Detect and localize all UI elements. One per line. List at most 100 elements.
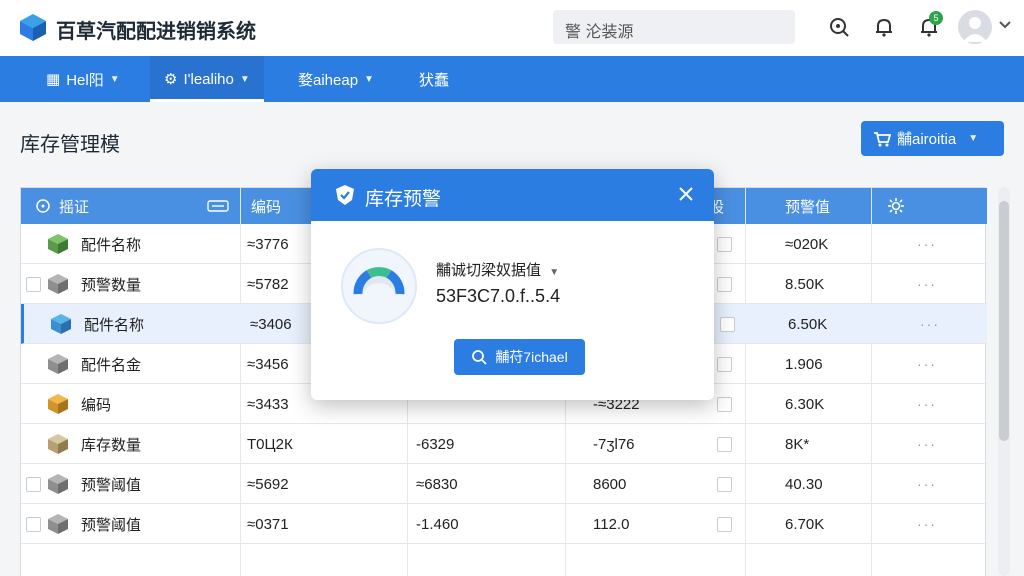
row-checkbox[interactable] <box>26 464 41 504</box>
chevron-down-icon[interactable] <box>998 18 1012 32</box>
primary-button-label: 黼airoitia <box>897 131 957 148</box>
part-icon <box>47 424 69 464</box>
shield-check-icon <box>336 185 354 205</box>
avatar[interactable] <box>958 10 992 44</box>
column-header-label: 摇证 <box>59 198 90 216</box>
column-toggle-icon[interactable] <box>207 188 229 224</box>
column-header-code[interactable]: 编码 <box>251 188 281 224</box>
part-icon <box>47 504 69 544</box>
notification-badge: 5 <box>929 11 943 25</box>
row-code: Т0Ц2К <box>247 435 293 453</box>
chevron-down-icon[interactable]: ▼ <box>549 267 559 278</box>
chevron-down-icon: ▼ <box>364 73 374 85</box>
more-icon[interactable]: ··· <box>917 384 937 424</box>
row-checkbox[interactable] <box>720 304 735 344</box>
gauge-icon <box>341 248 417 324</box>
nav-item-1[interactable]: ▦ Hel阳 ▼ <box>46 56 120 102</box>
row-checkbox[interactable] <box>717 424 732 464</box>
part-icon <box>50 304 72 344</box>
part-icon <box>47 464 69 504</box>
row-value-3: 8600 <box>593 475 627 493</box>
row-name: 库存数量 <box>81 436 142 454</box>
app-title: 百草汽配配进销销系统 <box>56 21 256 43</box>
shield-icon: ⚙ <box>164 71 178 88</box>
gear-icon[interactable] <box>887 188 905 224</box>
part-icon <box>47 224 69 264</box>
row-code: ≈3776 <box>247 235 289 253</box>
more-icon[interactable]: ··· <box>917 424 937 464</box>
row-value-2: -1.460 <box>416 515 459 533</box>
row-checkbox[interactable] <box>26 264 41 304</box>
row-threshold: 8K* <box>785 435 810 453</box>
row-code: ≈0371 <box>247 515 289 533</box>
nav-item-2[interactable]: ⚙ I'lealiho ▼ <box>150 56 264 102</box>
row-value-2: ≈6830 <box>416 475 458 493</box>
row-code: ≈5692 <box>247 475 289 493</box>
row-name: 配件名金 <box>81 356 142 374</box>
primary-action-button[interactable]: 黼airoitia ▼ <box>861 121 1004 156</box>
row-threshold: 8.50K <box>785 275 825 293</box>
row-checkbox[interactable] <box>26 504 41 544</box>
row-checkbox[interactable] <box>717 224 732 264</box>
row-checkbox[interactable] <box>717 264 732 304</box>
modal-action-button[interactable]: 黼苻7ichael <box>454 339 585 375</box>
chevron-down-icon: ▼ <box>109 73 120 85</box>
modal-button-label: 黼苻7ichael <box>495 349 568 365</box>
row-threshold: 6.70K <box>785 515 825 533</box>
more-icon[interactable]: ··· <box>917 504 937 544</box>
stock-alert-modal: 库存预警 黼诚切梁奴据值 ▼ 53F3C7.0.f..5.4 黼苻7ichael <box>311 169 714 400</box>
table-row[interactable]: 库存数量 Т0Ц2К -6329 -7ʒl76 8K* ··· <box>21 424 987 464</box>
close-icon[interactable] <box>675 183 697 205</box>
cart-icon <box>874 131 891 146</box>
row-threshold: 6.50K <box>788 315 828 333</box>
main-nav: ▦ Hel阳 ▼ ⚙ I'lealiho ▼ 婺aiheap ▼ 犾蠢 <box>0 56 1024 102</box>
row-threshold: ≈020K <box>785 235 829 253</box>
row-checkbox[interactable] <box>717 344 732 384</box>
row-name: 预警阈值 <box>81 516 142 534</box>
row-name: 配件名称 <box>84 316 145 334</box>
more-icon[interactable]: ··· <box>920 304 940 344</box>
vertical-scrollbar[interactable] <box>998 187 1010 576</box>
row-checkbox[interactable] <box>717 504 732 544</box>
row-code: ≈5782 <box>247 275 289 293</box>
modal-label: 黼诚切梁奴据值 ▼ <box>436 259 559 280</box>
app-logo-icon <box>20 14 46 41</box>
table-row[interactable]: 预警阈值 ≈0371 -1.460 112.0 6.70K ··· <box>21 504 987 544</box>
row-threshold: 40.30 <box>785 475 823 493</box>
row-name: 预警数量 <box>81 276 142 294</box>
column-header-filter[interactable]: 摇证 <box>35 188 89 224</box>
row-code: ≈3433 <box>247 395 289 413</box>
column-header-threshold[interactable]: 预警值 <box>785 188 830 224</box>
nav-item-label: Hel阳 <box>66 71 104 89</box>
row-code: ≈3406 <box>250 315 292 333</box>
row-name: 预警阈值 <box>81 476 142 494</box>
row-checkbox[interactable] <box>717 384 732 424</box>
more-icon[interactable]: ··· <box>917 464 937 504</box>
row-checkbox[interactable] <box>717 464 732 504</box>
row-value-3: -7ʒl76 <box>593 435 635 453</box>
search-input[interactable]: 警 沦装源 <box>553 10 795 44</box>
row-value-3: 112.0 <box>593 515 630 533</box>
modal-title: 库存预警 <box>365 189 442 210</box>
more-icon[interactable]: ··· <box>917 264 937 304</box>
nav-item-3[interactable]: 婺aiheap ▼ <box>298 56 374 102</box>
table-row[interactable]: 预警阈值 ≈5692 ≈6830 8600 40.30 ··· <box>21 464 987 504</box>
search-settings-icon[interactable] <box>826 14 852 40</box>
filter-icon <box>36 199 50 213</box>
nav-item-label: 犾蠢 <box>419 71 450 89</box>
nav-item-4[interactable]: 犾蠢 <box>419 56 449 102</box>
more-icon[interactable]: ··· <box>917 344 937 384</box>
row-threshold: 6.30K <box>785 395 825 413</box>
row-name: 配件名称 <box>81 236 142 254</box>
modal-label-text: 黼诚切梁奴据值 <box>436 262 542 279</box>
bell-icon[interactable] <box>871 14 897 40</box>
row-value-2: -6329 <box>416 435 455 453</box>
scrollbar-thumb[interactable] <box>999 201 1009 441</box>
part-icon <box>47 384 69 424</box>
chevron-down-icon: ▼ <box>239 73 250 85</box>
more-icon[interactable]: ··· <box>917 224 937 264</box>
part-icon <box>47 264 69 304</box>
nav-item-label: 婺aiheap <box>298 71 359 89</box>
row-code: ≈3456 <box>247 355 289 373</box>
row-name: 编码 <box>81 396 112 414</box>
